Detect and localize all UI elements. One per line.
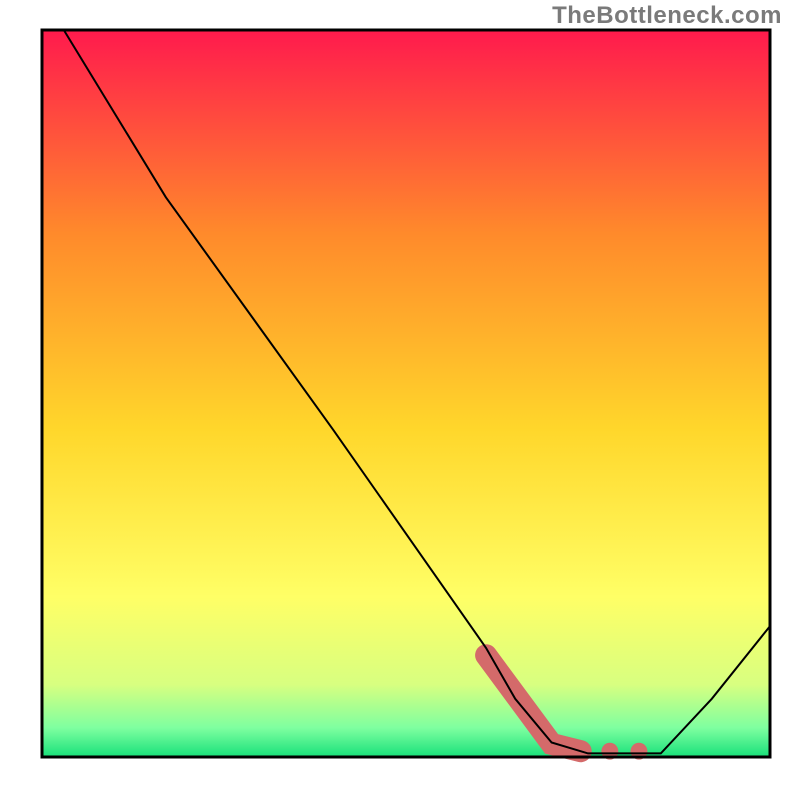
plot-background: [42, 30, 770, 757]
chart-container: TheBottleneck.com: [0, 0, 800, 800]
chart-svg: [0, 0, 800, 800]
watermark-text: TheBottleneck.com: [552, 2, 782, 30]
